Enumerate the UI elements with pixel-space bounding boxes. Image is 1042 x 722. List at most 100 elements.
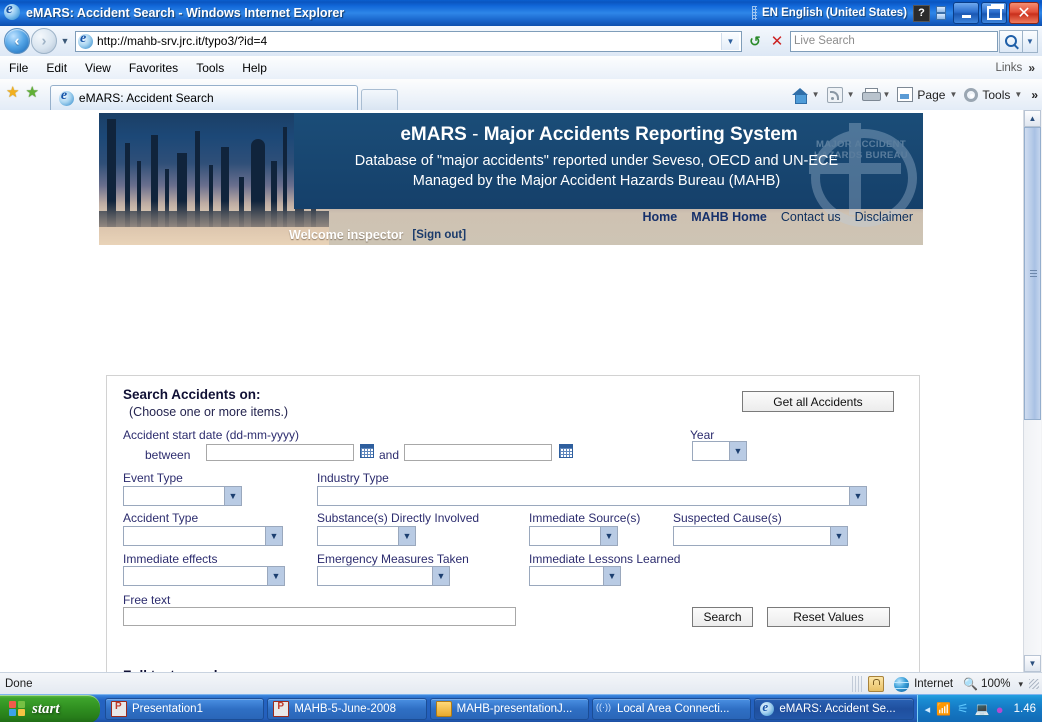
add-to-favorites-icon[interactable]: ★	[25, 85, 38, 100]
reset-values-button[interactable]: Reset Values	[767, 607, 890, 627]
taskbar-clock[interactable]: 1.46	[1014, 703, 1036, 715]
ie-icon	[760, 702, 775, 716]
suspected-causes-select[interactable]: ▼	[673, 526, 848, 546]
zoom-magnifier-icon[interactable]: 🔍	[963, 677, 978, 691]
refresh-icon[interactable]: ↺	[744, 30, 766, 52]
live-search-input[interactable]: Live Search	[790, 30, 998, 52]
search-provider-dropdown-icon[interactable]: ▼	[1023, 29, 1038, 53]
scrollbar-track[interactable]	[1024, 127, 1041, 655]
immediate-lessons-learned-select[interactable]: ▼	[529, 566, 621, 586]
taskbar-item-mahb-5-june-2008[interactable]: MAHB-5-June-2008	[267, 698, 427, 720]
url-bar[interactable]: http://mahb-srv.jrc.it/typo3/?id=4 ▼	[75, 30, 742, 52]
links-label[interactable]: Links	[995, 62, 1028, 74]
favorites-center-icon[interactable]: ★	[6, 85, 19, 100]
browser-window: eMARS: Accident Search - Windows Interne…	[0, 0, 1042, 722]
taskbar-item-local-area-connection[interactable]: Local Area Connecti...	[591, 698, 752, 720]
date-from-input[interactable]	[206, 444, 354, 461]
menu-item-tools[interactable]: Tools	[187, 59, 233, 77]
scroll-up-icon[interactable]: ▲	[1024, 110, 1041, 127]
tray-expand-icon[interactable]: ◂	[925, 703, 931, 716]
emergency-measures-taken-label: Emergency Measures Taken	[317, 552, 469, 566]
home-button[interactable]: ▼	[791, 87, 820, 104]
powerpoint-icon	[273, 701, 290, 717]
chevron-down-icon[interactable]: ▼	[1014, 90, 1022, 99]
security-zone-label: Internet	[914, 678, 954, 690]
menu-item-edit[interactable]: Edit	[37, 59, 76, 77]
bluetooth-tray-icon[interactable]: ⚟	[957, 701, 969, 717]
menu-bar: File Edit View Favorites Tools Help Link…	[0, 56, 1042, 80]
search-button[interactable]: Search	[692, 607, 753, 627]
immediate-effects-select[interactable]: ▼	[123, 566, 285, 586]
print-button[interactable]: ▼	[861, 88, 891, 101]
feeds-button[interactable]: ▼	[826, 86, 855, 103]
command-bar-overflow-icon[interactable]: »	[1031, 88, 1038, 102]
chevron-down-icon[interactable]: ▼	[812, 90, 820, 99]
language-bar-options-icon[interactable]	[936, 5, 946, 21]
calendar-picker-from-icon[interactable]	[360, 444, 374, 458]
help-icon[interactable]: ?	[913, 4, 930, 22]
forward-button[interactable]: ›	[31, 28, 57, 54]
free-text-input[interactable]	[123, 607, 516, 626]
chevron-down-icon[interactable]: ▼	[847, 90, 855, 99]
page-vertical-scrollbar[interactable]: ▲ ▼	[1023, 110, 1042, 672]
url-text[interactable]: http://mahb-srv.jrc.it/typo3/?id=4	[97, 34, 721, 48]
security-lock-icon[interactable]	[868, 676, 885, 692]
nav-link-mahb-home[interactable]: MAHB Home	[691, 210, 767, 224]
taskbar-item-mahb-presentation[interactable]: MAHB-presentationJ...	[429, 698, 589, 720]
tab-emars-accident-search[interactable]: eMARS: Accident Search	[49, 85, 358, 110]
minimize-button[interactable]	[953, 2, 979, 24]
back-button[interactable]: ‹	[4, 28, 30, 54]
tools-menu-button[interactable]: Tools ▼	[964, 87, 1022, 102]
chevron-down-icon: ▼	[600, 527, 617, 545]
year-select[interactable]: ▼	[692, 441, 747, 461]
close-button[interactable]: ✕	[1009, 2, 1039, 24]
industry-type-select[interactable]: ▼	[317, 486, 867, 506]
nav-link-disclaimer[interactable]: Disclaimer	[855, 210, 913, 224]
scroll-down-icon[interactable]: ▼	[1024, 655, 1041, 672]
search-form-title: Search Accidents on:	[123, 387, 261, 402]
calendar-picker-to-icon[interactable]	[559, 444, 573, 458]
menu-item-help[interactable]: Help	[233, 59, 276, 77]
language-indicator[interactable]: EN English (United States)	[762, 7, 907, 19]
sign-out-link[interactable]: [Sign out]	[412, 229, 466, 241]
history-dropdown-icon[interactable]: ▼	[57, 36, 73, 46]
taskbar-item-emars-accident-search[interactable]: eMARS: Accident Se...	[754, 698, 914, 720]
menu-item-favorites[interactable]: Favorites	[120, 59, 187, 77]
immediate-sources-select[interactable]: ▼	[529, 526, 618, 546]
immediate-effects-label: Immediate effects	[123, 552, 218, 566]
start-button[interactable]: start	[0, 695, 100, 722]
substances-directly-involved-select[interactable]: ▼	[317, 526, 416, 546]
network-disconnected-tray-icon[interactable]: 💻	[975, 702, 990, 716]
resize-grip[interactable]	[1029, 679, 1039, 689]
scrollbar-thumb[interactable]	[1024, 127, 1041, 420]
menu-item-file[interactable]: File	[0, 59, 37, 77]
tab-label: eMARS: Accident Search	[78, 91, 214, 105]
nav-link-contact-us[interactable]: Contact us	[781, 210, 841, 224]
network-tray-icon[interactable]: 📶	[936, 702, 951, 716]
language-bar-grip[interactable]	[751, 6, 757, 20]
date-to-input[interactable]	[404, 444, 552, 461]
tab-favicon-icon	[58, 90, 74, 106]
zoom-level-label[interactable]: 100%	[981, 678, 1010, 690]
page-menu-button[interactable]: Page ▼	[897, 87, 957, 102]
nav-link-home[interactable]: Home	[642, 210, 677, 224]
new-tab-button[interactable]	[360, 89, 398, 110]
stop-icon[interactable]: ✕	[766, 30, 788, 52]
page-favicon-icon	[78, 33, 93, 49]
search-go-icon[interactable]	[999, 29, 1023, 53]
emergency-measures-taken-select[interactable]: ▼	[317, 566, 450, 586]
url-dropdown-icon[interactable]: ▼	[721, 32, 739, 50]
chevron-down-icon[interactable]: ▼	[883, 90, 891, 99]
get-all-accidents-button[interactable]: Get all Accidents	[742, 391, 894, 412]
maximize-button[interactable]	[981, 2, 1007, 24]
event-type-select[interactable]: ▼	[123, 486, 242, 506]
taskbar-item-presentation1[interactable]: Presentation1	[105, 698, 265, 720]
menu-item-view[interactable]: View	[76, 59, 120, 77]
media-tray-icon[interactable]: ●	[996, 702, 1004, 717]
internet-zone-icon	[894, 676, 910, 692]
chevron-down-icon[interactable]: ▼	[949, 90, 957, 99]
banner-subtitle: Database of "major accidents" reported u…	[269, 151, 923, 191]
zoom-dropdown-icon[interactable]: ▾	[1018, 679, 1023, 690]
menu-overflow-icon[interactable]: »	[1028, 61, 1042, 75]
accident-type-select[interactable]: ▼	[123, 526, 283, 546]
